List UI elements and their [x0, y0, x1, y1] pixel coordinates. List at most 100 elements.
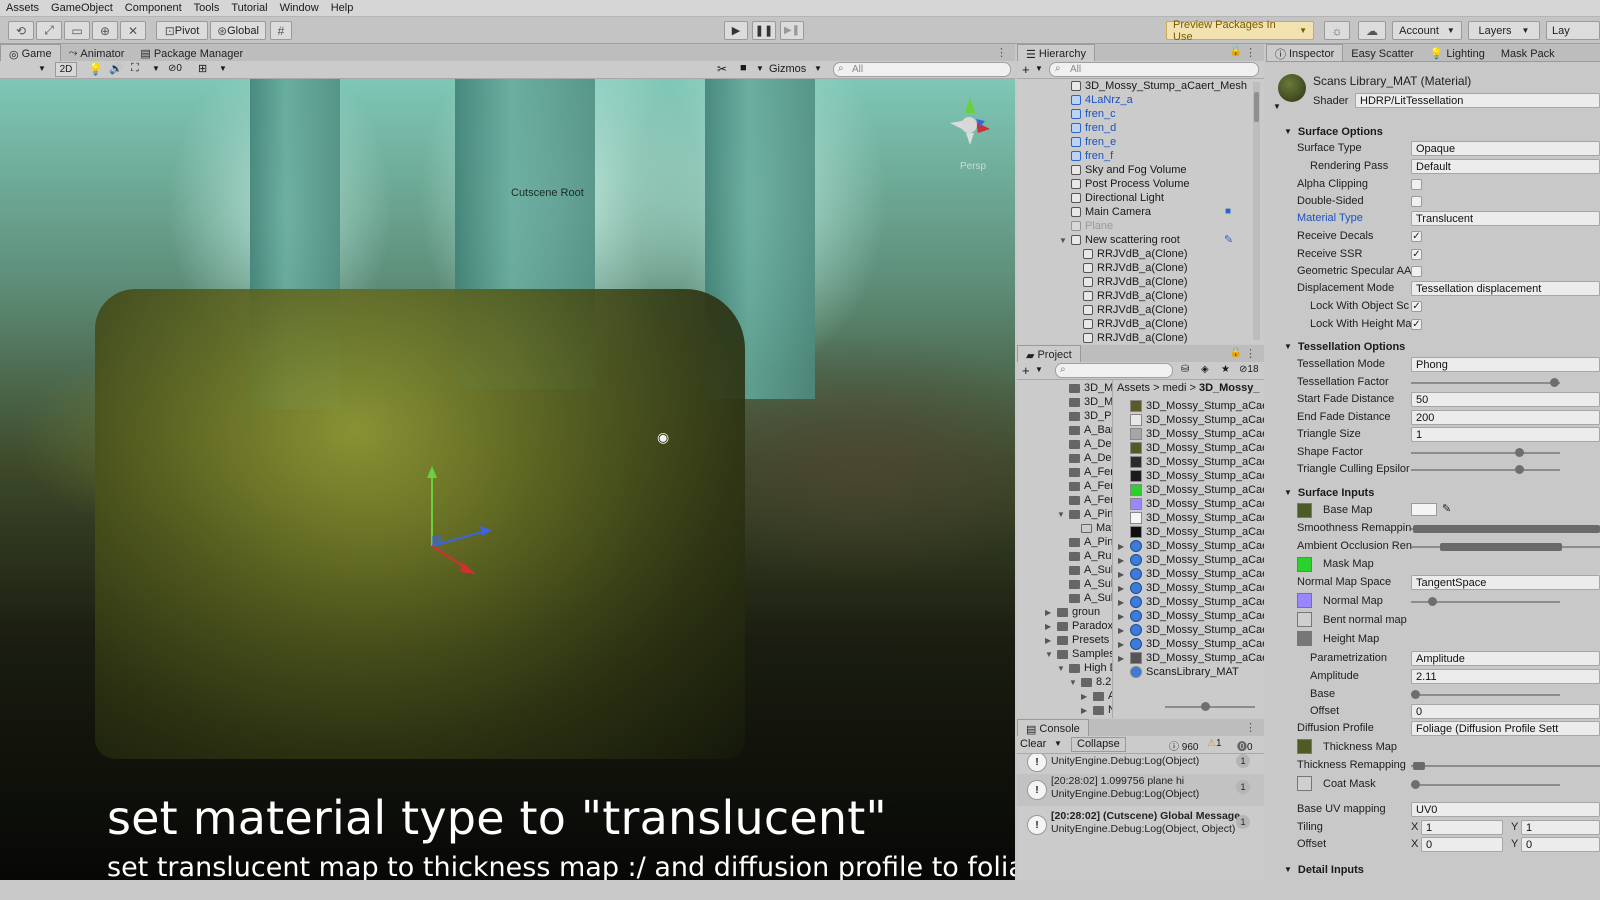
shape-factor-slider-handle[interactable]: [1515, 448, 1524, 457]
tab-project[interactable]: ▰ Project: [1017, 345, 1081, 362]
layers-dropdown[interactable]: Layers ▼: [1468, 21, 1540, 40]
breadcrumb-item[interactable]: medi: [1163, 382, 1187, 394]
project-asset-list[interactable]: Assets > medi > 3D_Mossy_ 3D_Mossy_Stump…: [1114, 380, 1264, 718]
star-icon[interactable]: ★: [1221, 364, 1230, 375]
grid-icon[interactable]: ⊞: [198, 62, 207, 75]
account-dropdown[interactable]: Account ▼: [1392, 21, 1462, 40]
project-folder-tree[interactable]: 3D_M 3D_M 3D_Pl A_Barl A_Dea A_Dea A_Ferr A_Fer…: [1017, 380, 1113, 718]
icon-size-slider[interactable]: [1165, 702, 1255, 711]
foldout-icon[interactable]: ▼: [1057, 664, 1065, 673]
console-entry[interactable]: ! [20:28:02] (Cutscene) Global Message Uni…: [1017, 809, 1264, 841]
add-icon[interactable]: +: [1022, 62, 1030, 77]
receive-ssr-checkbox[interactable]: ✓: [1411, 249, 1422, 260]
thickness-map-texture-slot[interactable]: [1297, 739, 1312, 754]
shader-dropdown[interactable]: HDRP/LitTessellation: [1355, 93, 1600, 108]
asset-item[interactable]: 3D_Mossy_Stump_aCae: [1118, 469, 1264, 483]
label-icon[interactable]: ◈: [1201, 364, 1209, 375]
tessellation-mode-dropdown[interactable]: Phong: [1411, 357, 1600, 372]
clear-button[interactable]: Clear: [1020, 738, 1046, 750]
asset-item[interactable]: 3D_Mossy_Stump_aCae: [1118, 497, 1264, 511]
foldout-icon[interactable]: ▼: [1284, 865, 1292, 874]
start-fade-field[interactable]: 50: [1411, 392, 1600, 407]
diffusion-profile-field[interactable]: Foliage (Diffusion Profile Sett: [1411, 721, 1600, 736]
panel-menu-icon[interactable]: ⋮: [1245, 721, 1256, 734]
add-icon[interactable]: +: [1022, 363, 1030, 378]
layout-dropdown[interactable]: Lay: [1546, 21, 1600, 40]
console-entry[interactable]: ! UnityEngine.Debug:Log(Object) 1: [1017, 754, 1264, 772]
foldout-icon[interactable]: ▶: [1081, 692, 1089, 701]
asset-item[interactable]: ▶ 3D_Mossy_Stump_aCae: [1118, 623, 1264, 637]
folder-item[interactable]: ▼ A_Pine: [1057, 507, 1112, 521]
folder-item[interactable]: A_Sub: [1057, 591, 1112, 605]
foldout-icon[interactable]: ▶: [1045, 608, 1053, 617]
collapse-toggle[interactable]: Collapse: [1071, 737, 1126, 752]
folder-item[interactable]: A_Sub: [1057, 563, 1112, 577]
offset-x-field[interactable]: 0: [1421, 837, 1503, 852]
lock-object-scale-checkbox[interactable]: ✓: [1411, 301, 1422, 312]
bent-normal-texture-slot[interactable]: [1297, 612, 1312, 627]
hierarchy-item[interactable]: RRJVdB_a(Clone): [1083, 331, 1187, 344]
normal-map-space-dropdown[interactable]: TangentSpace: [1411, 575, 1600, 590]
amplitude-field[interactable]: 2.11: [1411, 669, 1600, 684]
foldout-icon[interactable]: ▶: [1118, 640, 1126, 649]
asset-item[interactable]: ▶ 3D_Mossy_Stump_aCae: [1118, 581, 1264, 595]
asset-item[interactable]: ▶ 3D_Mossy_Stump_aCae: [1118, 539, 1264, 553]
folder-item[interactable]: A_Pine: [1057, 535, 1112, 549]
tab-easy-scatter[interactable]: Easy Scatter: [1343, 44, 1421, 61]
hierarchy-item[interactable]: 3D_Mossy_Stump_aCaert_Mesh: [1071, 79, 1247, 93]
asset-item[interactable]: ▶ 3D_Mossy_Stump_aCae: [1118, 595, 1264, 609]
material-type-dropdown[interactable]: Translucent: [1411, 211, 1600, 226]
tab-game[interactable]: ◎ Game: [0, 44, 61, 61]
folder-item[interactable]: 3D_M: [1057, 381, 1112, 395]
chevron-down-icon[interactable]: ▼: [814, 64, 822, 73]
base-color-swatch[interactable]: [1411, 503, 1437, 516]
triangle-size-field[interactable]: 1: [1411, 427, 1600, 442]
ao-range-slider-range[interactable]: [1440, 543, 1562, 551]
coat-mask-texture-slot[interactable]: [1297, 776, 1312, 791]
foldout-icon[interactable]: ▶: [1045, 636, 1053, 645]
asset-item[interactable]: ▶ 3D_Mossy_Stump_aCae: [1118, 609, 1264, 623]
menu-item[interactable]: Help: [325, 2, 360, 14]
alpha-clipping-checkbox[interactable]: [1411, 179, 1422, 190]
folder-item[interactable]: A_Barl: [1057, 423, 1112, 437]
scene-orientation-gizmo[interactable]: [940, 91, 1000, 151]
error-count[interactable]: ⓿0: [1237, 738, 1253, 753]
hierarchy-item[interactable]: RRJVdB_a(Clone): [1083, 247, 1187, 261]
foldout-icon[interactable]: ▶: [1118, 556, 1126, 565]
global-button[interactable]: ⊛ Global: [210, 21, 266, 40]
breadcrumb-item[interactable]: 3D_Mossy_: [1199, 382, 1260, 394]
hidden-count[interactable]: ⊘0: [168, 63, 182, 74]
hierarchy-item[interactable]: fren_d: [1071, 121, 1116, 135]
project-search-input[interactable]: [1055, 363, 1173, 378]
tiling-y-field[interactable]: 1: [1521, 820, 1600, 835]
end-fade-field[interactable]: 200: [1411, 410, 1600, 425]
smoothness-range-slider-range[interactable]: [1413, 525, 1600, 533]
asset-item[interactable]: ▶ 3D_Mossy_Stump_aCae: [1118, 637, 1264, 651]
panel-menu-icon[interactable]: ⋮: [1245, 347, 1256, 360]
camera-icon[interactable]: ■: [740, 62, 747, 74]
mask-map-texture-slot[interactable]: [1297, 557, 1312, 572]
tab-console[interactable]: ▤ Console: [1017, 719, 1089, 736]
folder-item[interactable]: 3D_Pl: [1057, 409, 1112, 423]
chevron-down-icon[interactable]: ▼: [1273, 102, 1281, 111]
panel-menu-icon[interactable]: ⋮: [996, 46, 1007, 59]
folder-item[interactable]: ▼ High D: [1057, 661, 1112, 675]
base-uv-mapping-dropdown[interactable]: UV0: [1411, 802, 1600, 817]
log-count[interactable]: ⓘ 960: [1169, 738, 1198, 753]
hierarchy-item[interactable]: 4LaNrz_a: [1071, 93, 1133, 107]
foldout-icon[interactable]: ▶: [1118, 570, 1126, 579]
chevron-down-icon[interactable]: ▼: [38, 64, 46, 73]
hierarchy-item[interactable]: fren_c: [1071, 107, 1116, 121]
offset-field[interactable]: 0: [1411, 704, 1600, 719]
menu-item[interactable]: Window: [274, 2, 325, 14]
hierarchy-item[interactable]: RRJVdB_a(Clone): [1083, 289, 1187, 303]
asset-item[interactable]: 3D_Mossy_Stump_aCae: [1118, 427, 1264, 441]
foldout-icon[interactable]: ▶: [1118, 626, 1126, 635]
grid-snap-icon[interactable]: #: [270, 21, 292, 40]
warning-count[interactable]: ⚠1: [1207, 738, 1222, 749]
menu-item[interactable]: GameObject: [45, 2, 119, 14]
foldout-icon[interactable]: ▶: [1081, 706, 1089, 715]
filter-type-icon[interactable]: ⛁: [1181, 364, 1189, 375]
move-gizmo[interactable]: [420, 464, 510, 584]
asset-item[interactable]: ▶ 3D_Mossy_Stump_aCae: [1118, 651, 1264, 665]
